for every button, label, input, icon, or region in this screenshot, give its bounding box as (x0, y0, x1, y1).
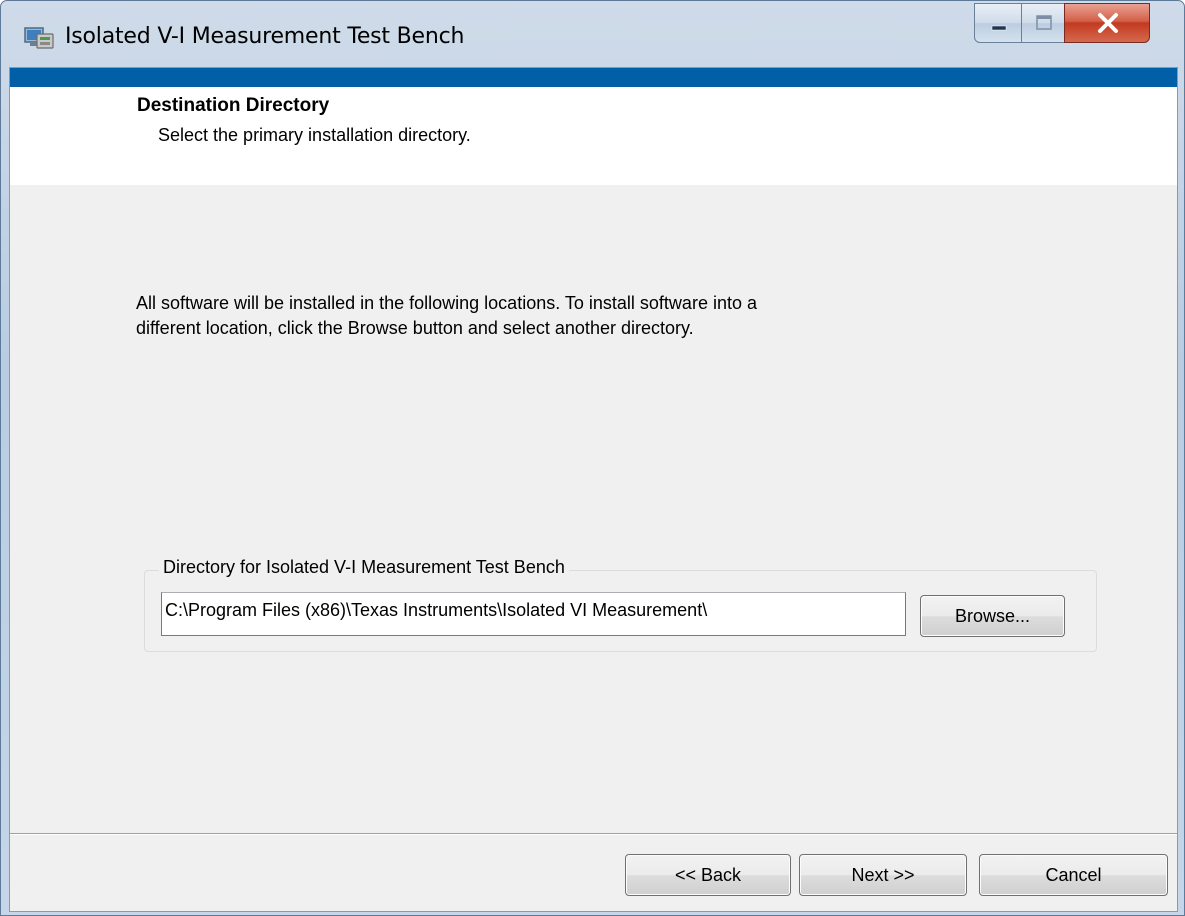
directory-group-label: Directory for Isolated V-I Measurement T… (159, 557, 569, 578)
dialog-client-area: Destination Directory Select the primary… (9, 67, 1178, 912)
footer-divider-highlight (10, 834, 1177, 835)
page-title: Destination Directory (137, 95, 330, 116)
cancel-button[interactable]: Cancel (979, 854, 1168, 896)
instructions-text: All software will be installed in the fo… (136, 293, 757, 338)
next-button[interactable]: Next >> (799, 854, 967, 896)
wizard-header: Destination Directory Select the primary… (10, 87, 1177, 185)
back-button[interactable]: << Back (625, 854, 791, 896)
accent-band (10, 68, 1177, 87)
installer-app-icon (23, 22, 55, 52)
directory-path-input[interactable] (161, 592, 906, 636)
browse-button[interactable]: Browse... (920, 595, 1065, 637)
page-subtitle: Select the primary installation director… (158, 125, 471, 145)
installer-window: Isolated V-I Measurement Test Bench Dest… (0, 0, 1185, 916)
maximize-button[interactable] (1021, 3, 1065, 43)
minimize-button[interactable] (974, 3, 1022, 43)
window-title: Isolated V-I Measurement Test Bench (65, 24, 465, 49)
close-button[interactable] (1064, 3, 1150, 43)
title-bar[interactable]: Isolated V-I Measurement Test Bench (1, 1, 1184, 67)
